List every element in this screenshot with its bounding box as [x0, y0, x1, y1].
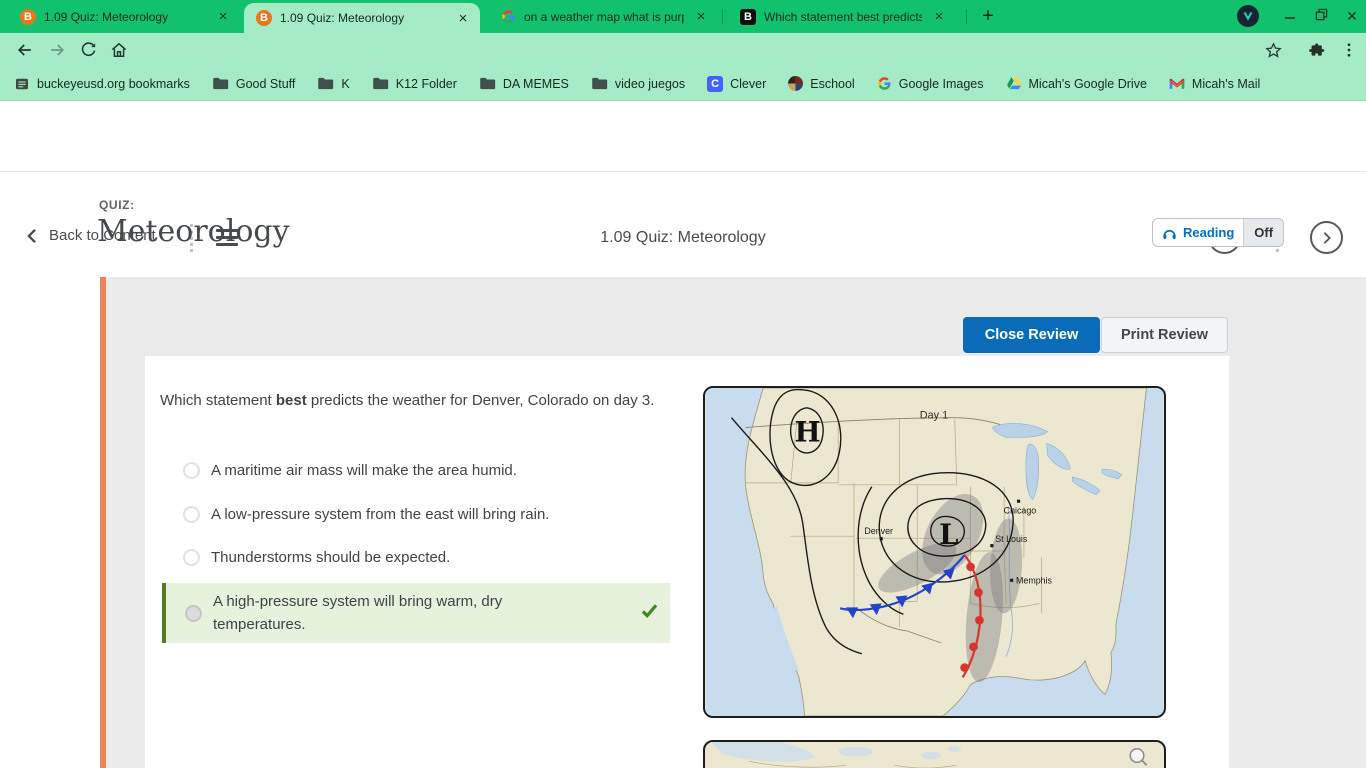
question-text: Which statement best predicts the weathe… [160, 392, 655, 409]
tab-title: on a weather map what is purpl [524, 9, 684, 24]
answer-option-2[interactable]: A low-pressure system from the east will… [160, 498, 670, 530]
quiz-kicker: QUIZ: [99, 198, 135, 212]
day-label: Day 1 [920, 410, 948, 422]
bookmark-gmail[interactable]: Micah's Mail [1169, 77, 1260, 91]
folder-icon [213, 77, 229, 90]
radio-unselected[interactable] [183, 505, 200, 523]
tab-quiz-2-active[interactable]: B 1.09 Quiz: Meteorology × [244, 3, 480, 33]
headphones-icon [1163, 229, 1176, 239]
clever-icon: C [707, 75, 724, 92]
gmail-icon [1169, 78, 1185, 89]
brainly-favicon-icon: B [740, 8, 756, 25]
google-drive-icon [1006, 77, 1021, 90]
bookmarks-manager-icon [16, 78, 28, 89]
chevron-right-icon [1323, 231, 1331, 244]
bookmark-buckeyeusd[interactable]: buckeyeusd.org bookmarks [14, 76, 190, 92]
restore-window-icon[interactable] [1311, 6, 1331, 26]
svg-text:Denver: Denver [864, 526, 893, 536]
bookmark-google-images[interactable]: Google Images [877, 76, 984, 91]
weather-map-day1: H L Denver Chicago St Louis Memphis Day … [703, 386, 1166, 718]
svg-text:Chicago: Chicago [1004, 505, 1037, 515]
weather-map-day2-partial [703, 740, 1166, 768]
minimize-icon[interactable] [1280, 6, 1300, 26]
radio-unselected[interactable] [183, 548, 200, 566]
quiz-review-panel: Close Review Print Review Which statemen… [100, 277, 1366, 768]
brightspace-favicon-icon: B [256, 10, 272, 26]
question-card: Which statement best predicts the weathe… [145, 356, 1229, 768]
folder-icon [372, 77, 388, 90]
reload-icon[interactable] [77, 39, 99, 61]
home-icon[interactable] [108, 39, 130, 61]
tab-title: 1.09 Quiz: Meteorology [280, 11, 405, 25]
answer-option-3[interactable]: Thunderstorms should be expected. [160, 541, 670, 573]
tab-close-icon[interactable]: × [930, 8, 948, 25]
tab-close-icon[interactable]: × [454, 10, 472, 27]
bookmark-folder-good-stuff[interactable]: Good Stuff [212, 76, 295, 91]
folder-icon [592, 77, 608, 90]
correct-check-icon [641, 603, 658, 623]
orange-accent-bar [100, 277, 106, 768]
folder-icon [318, 77, 334, 90]
profile-avatar[interactable] [1237, 5, 1259, 27]
radio-selected[interactable] [185, 604, 202, 622]
radio-unselected[interactable] [183, 461, 200, 479]
print-review-button[interactable]: Print Review [1101, 317, 1228, 353]
tab-title: 1.09 Quiz: Meteorology [44, 9, 169, 24]
reading-label: Reading [1183, 225, 1235, 240]
brightspace-favicon-icon: B [20, 8, 36, 25]
low-pressure-label: L [939, 518, 958, 551]
answer-option-4-correct[interactable]: A high-pressure system will bring warm, … [162, 583, 670, 643]
answer-option-1[interactable]: A maritime air mass will make the area h… [160, 454, 670, 486]
high-pressure-label: H [794, 415, 820, 448]
reading-state-badge: Off [1243, 219, 1284, 246]
tab-title: Which statement best predicts t [764, 9, 922, 24]
new-tab-button[interactable]: + [976, 4, 1000, 28]
folder-icon [480, 77, 496, 90]
bookmark-star-icon[interactable] [1262, 39, 1284, 61]
bookmark-folder-video-juegos[interactable]: video juegos [591, 76, 685, 91]
bookmark-clever[interactable]: C Clever [707, 75, 766, 92]
bookmark-eschool[interactable]: Eschool [788, 76, 855, 91]
bookmarks-bar: buckeyeusd.org bookmarks Good Stuff K K1… [0, 67, 1366, 101]
tab-close-icon[interactable]: × [692, 8, 710, 25]
forward-icon[interactable] [46, 39, 68, 61]
svg-text:St Louis: St Louis [995, 534, 1028, 544]
eschool-icon [788, 76, 804, 91]
google-icon [877, 77, 891, 90]
bookmark-google-drive[interactable]: Micah's Google Drive [1006, 76, 1147, 91]
back-icon[interactable] [14, 39, 36, 61]
quiz-title: Meteorology [97, 214, 290, 249]
bookmark-folder-k12[interactable]: K12 Folder [372, 76, 457, 91]
close-window-icon[interactable]: ✕ [1342, 6, 1362, 26]
browser-toolbar: learning.k12.com/d2l/le/enhancedSequence… [0, 33, 1366, 97]
next-page-button[interactable] [1310, 221, 1343, 254]
tab-strip: B 1.09 Quiz: Meteorology × B 1.09 Quiz: … [0, 0, 1366, 33]
tab-quiz-1[interactable]: B 1.09 Quiz: Meteorology × [8, 0, 240, 33]
d2l-header: Back to Content 1.09 Quiz: Meteorology [0, 101, 1366, 254]
tab-divider [966, 9, 967, 24]
reading-toggle[interactable]: Reading Off [1152, 218, 1285, 247]
close-review-button[interactable]: Close Review [963, 317, 1100, 353]
tab-divider [722, 9, 723, 24]
svg-text:Memphis: Memphis [1016, 576, 1053, 586]
tab-brainly[interactable]: B Which statement best predicts t × [728, 0, 956, 33]
tab-google-search[interactable]: on a weather map what is purpl × [488, 0, 718, 33]
extensions-puzzle-icon[interactable] [1304, 39, 1326, 61]
browser-menu-icon[interactable] [1338, 39, 1360, 61]
bookmark-folder-k[interactable]: K [317, 76, 350, 91]
google-favicon-icon [500, 9, 516, 25]
bookmark-folder-da-memes[interactable]: DA MEMES [479, 76, 569, 91]
tab-close-icon[interactable]: × [214, 8, 232, 25]
